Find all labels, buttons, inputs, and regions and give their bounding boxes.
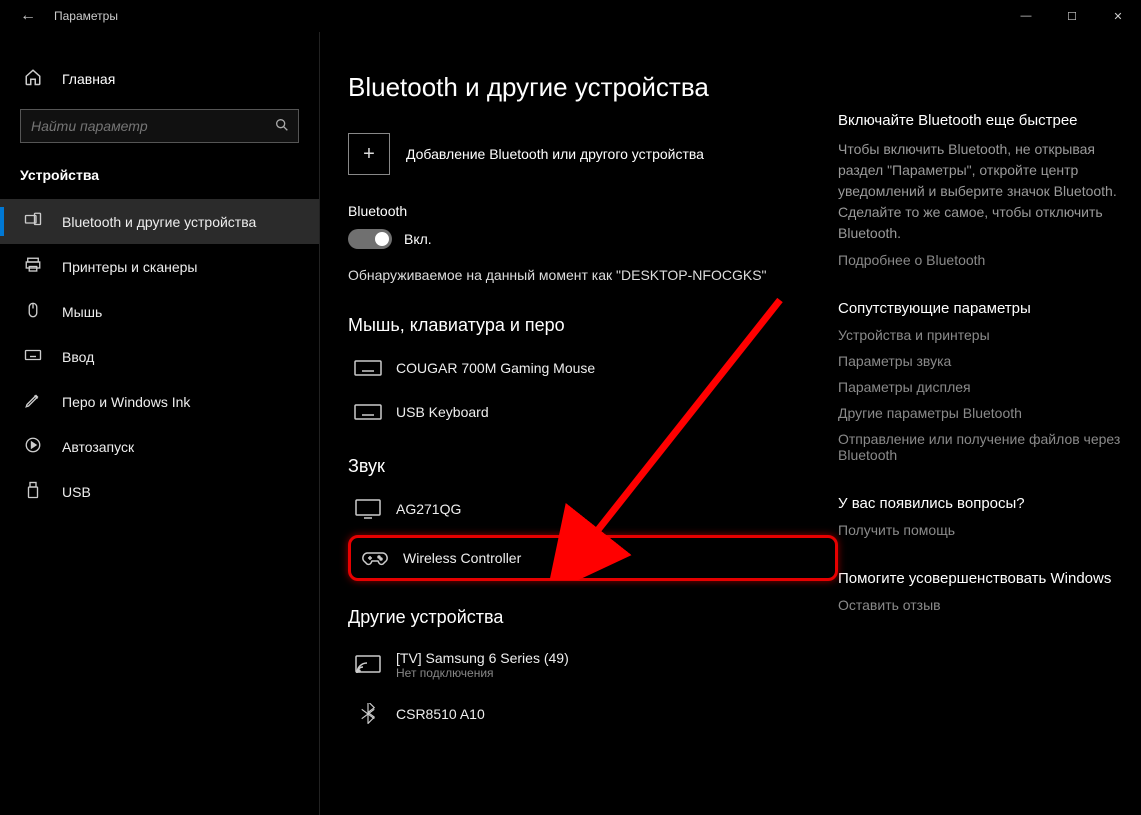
link-send-receive-bluetooth[interactable]: Отправление или получение файлов через B… (838, 431, 1121, 463)
sidebar-item-label: USB (62, 484, 91, 500)
category-header-other: Другие устройства (348, 607, 838, 628)
device-item[interactable]: CSR8510 A10 (348, 696, 838, 732)
home-nav[interactable]: Главная (0, 60, 319, 97)
sidebar-item-label: Ввод (62, 349, 94, 365)
close-button[interactable]: ✕ (1095, 0, 1141, 32)
keyboard-icon (22, 346, 42, 367)
devices-icon (22, 211, 42, 232)
keyboard-icon (354, 402, 382, 422)
pen-icon (22, 391, 42, 412)
window-title: Параметры (54, 9, 118, 23)
device-name: USB Keyboard (396, 404, 489, 420)
right-section-title: Включайте Bluetooth еще быстрее (838, 112, 1121, 129)
usb-icon (22, 481, 42, 502)
right-section-text: Чтобы включить Bluetooth, не открывая ра… (838, 139, 1121, 244)
sidebar-item-typing[interactable]: Ввод (0, 334, 319, 379)
device-item[interactable]: USB Keyboard (348, 394, 838, 430)
sidebar-item-label: Bluetooth и другие устройства (62, 214, 256, 230)
cast-icon (354, 655, 382, 675)
add-device-label: Добавление Bluetooth или другого устройс… (406, 146, 704, 162)
device-name: CSR8510 A10 (396, 706, 485, 722)
titlebar: ← Параметры — ☐ ✕ (0, 0, 1141, 32)
mouse-icon (22, 301, 42, 322)
sidebar-section-label: Устройства (0, 161, 319, 199)
right-section-title: Помогите усовершенствовать Windows (838, 570, 1121, 587)
sidebar-item-bluetooth-devices[interactable]: Bluetooth и другие устройства (0, 199, 319, 244)
device-name: COUGAR 700M Gaming Mouse (396, 360, 595, 376)
sidebar-item-autoplay[interactable]: Автозапуск (0, 424, 319, 469)
link-bluetooth-more[interactable]: Подробнее о Bluetooth (838, 252, 1121, 268)
bluetooth-toggle[interactable] (348, 229, 392, 249)
printer-icon (22, 256, 42, 277)
category-header-audio: Звук (348, 456, 838, 477)
sidebar-item-label: Автозапуск (62, 439, 134, 455)
link-sound-settings[interactable]: Параметры звука (838, 353, 1121, 369)
device-status: Нет подключения (396, 666, 569, 680)
bluetooth-label: Bluetooth (348, 203, 838, 219)
bluetooth-icon (354, 704, 382, 724)
right-section-title: У вас появились вопросы? (838, 495, 1121, 512)
home-label: Главная (62, 71, 115, 87)
sidebar-item-printers[interactable]: Принтеры и сканеры (0, 244, 319, 289)
device-name: Wireless Controller (403, 550, 521, 566)
device-item[interactable]: COUGAR 700M Gaming Mouse (348, 350, 838, 386)
device-name: [TV] Samsung 6 Series (49) (396, 650, 569, 666)
discoverable-text: Обнаруживаемое на данный момент как "DES… (348, 267, 838, 283)
category-header-input: Мышь, клавиатура и перо (348, 315, 838, 336)
link-feedback[interactable]: Оставить отзыв (838, 597, 1121, 613)
search-icon (274, 117, 290, 136)
autoplay-icon (22, 436, 42, 457)
toggle-state-label: Вкл. (404, 231, 432, 247)
sidebar-item-usb[interactable]: USB (0, 469, 319, 514)
link-display-settings[interactable]: Параметры дисплея (838, 379, 1121, 395)
sidebar: Главная Устройства Bluetooth и другие ус… (0, 32, 320, 815)
device-item[interactable]: [TV] Samsung 6 Series (49) Нет подключен… (348, 642, 838, 688)
page-title: Bluetooth и другие устройства (348, 72, 838, 103)
device-item[interactable]: AG271QG (348, 491, 838, 527)
gamepad-icon (361, 548, 389, 568)
sidebar-item-pen[interactable]: Перо и Windows Ink (0, 379, 319, 424)
sidebar-item-label: Мышь (62, 304, 102, 320)
keyboard-icon (354, 358, 382, 378)
link-devices-printers[interactable]: Устройства и принтеры (838, 327, 1121, 343)
device-name: AG271QG (396, 501, 461, 517)
monitor-icon (354, 499, 382, 519)
link-get-help[interactable]: Получить помощь (838, 522, 1121, 538)
right-panel: Включайте Bluetooth еще быстрее Чтобы вк… (838, 72, 1141, 815)
sidebar-item-label: Перо и Windows Ink (62, 394, 190, 410)
home-icon (22, 68, 42, 89)
sidebar-item-mouse[interactable]: Мышь (0, 289, 319, 334)
sidebar-item-label: Принтеры и сканеры (62, 259, 197, 275)
link-other-bluetooth[interactable]: Другие параметры Bluetooth (838, 405, 1121, 421)
minimize-button[interactable]: — (1003, 0, 1049, 32)
maximize-button[interactable]: ☐ (1049, 0, 1095, 32)
search-input[interactable] (31, 118, 274, 134)
back-button[interactable]: ← (20, 7, 36, 25)
device-item-wireless-controller[interactable]: Wireless Controller (348, 535, 838, 581)
right-section-title: Сопутствующие параметры (838, 300, 1121, 317)
plus-icon: + (348, 133, 390, 175)
search-box[interactable] (20, 109, 299, 143)
main-pane: Bluetooth и другие устройства + Добавлен… (320, 32, 1141, 815)
add-device-button[interactable]: + Добавление Bluetooth или другого устро… (348, 133, 838, 175)
